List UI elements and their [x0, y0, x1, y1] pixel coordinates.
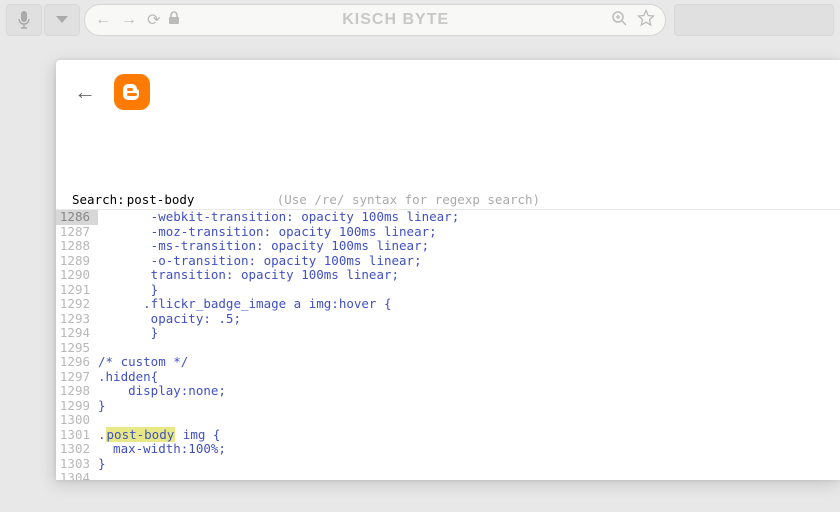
- code-content: -ms-transition: opacity 100ms linear;: [98, 239, 840, 254]
- reload-icon[interactable]: ⟳: [147, 10, 160, 30]
- code-line[interactable]: 1287 -moz-transition: opacity 100ms line…: [56, 225, 840, 240]
- code-line[interactable]: 1303}: [56, 457, 840, 472]
- search-match-highlight: post-body: [106, 427, 176, 442]
- code-content: /* custom */: [98, 355, 840, 370]
- line-number: 1296: [56, 355, 98, 370]
- code-line[interactable]: 1295: [56, 341, 840, 356]
- blogger-logo-icon: [120, 80, 144, 104]
- line-number: 1302: [56, 442, 98, 457]
- code-content: -webkit-transition: opacity 100ms linear…: [98, 210, 840, 225]
- code-line[interactable]: 1290 transition: opacity 100ms linear;: [56, 268, 840, 283]
- code-content: }: [98, 326, 840, 341]
- code-content: .flickr_badge_image a img:hover {: [98, 297, 840, 312]
- mic-button[interactable]: [6, 4, 42, 36]
- line-number: 1298: [56, 384, 98, 399]
- code-line[interactable]: 1289 -o-transition: opacity 100ms linear…: [56, 254, 840, 269]
- code-content: opacity: .5;: [98, 312, 840, 327]
- line-number: 1297: [56, 370, 98, 385]
- code-line[interactable]: 1298 display:none;: [56, 384, 840, 399]
- line-number: 1299: [56, 399, 98, 414]
- code-line[interactable]: 1297.hidden{: [56, 370, 840, 385]
- search-bar: Search: (Use /re/ syntax for regexp sear…: [56, 192, 840, 210]
- page-title: KISCH BYTE: [188, 11, 603, 29]
- nav-forward-icon[interactable]: →: [121, 11, 137, 29]
- code-line[interactable]: 1301.post-body img {: [56, 428, 840, 443]
- line-number: 1287: [56, 225, 98, 240]
- code-line[interactable]: 1294 }: [56, 326, 840, 341]
- code-content: max-width:100%;: [98, 442, 840, 457]
- code-content: [98, 341, 840, 356]
- dropdown-button[interactable]: [44, 4, 80, 36]
- code-content: .hidden{: [98, 370, 840, 385]
- line-number: 1304: [56, 471, 98, 480]
- code-editor[interactable]: 1286 -webkit-transition: opacity 100ms l…: [56, 210, 840, 480]
- code-line[interactable]: 1299}: [56, 399, 840, 414]
- line-number: 1293: [56, 312, 98, 327]
- code-content: }: [98, 283, 840, 298]
- star-icon[interactable]: [637, 9, 655, 32]
- code-line[interactable]: 1291 }: [56, 283, 840, 298]
- search-label: Search:: [72, 192, 125, 207]
- line-number: 1288: [56, 239, 98, 254]
- search-input[interactable]: [127, 192, 247, 207]
- nav-controls: ← → ⟳: [95, 10, 160, 30]
- code-content: }: [98, 457, 840, 472]
- code-content: .post-body img {: [98, 428, 840, 443]
- code-line[interactable]: 1296/* custom */: [56, 355, 840, 370]
- code-content: transition: opacity 100ms linear;: [98, 268, 840, 283]
- code-content: }: [98, 399, 840, 414]
- chevron-down-icon: [55, 15, 69, 25]
- zoom-in-icon[interactable]: [611, 10, 627, 31]
- line-number: 1300: [56, 413, 98, 428]
- code-content: [98, 413, 840, 428]
- code-line[interactable]: 1293 opacity: .5;: [56, 312, 840, 327]
- line-number: 1303: [56, 457, 98, 472]
- line-number: 1286: [56, 210, 98, 225]
- mic-icon: [17, 10, 31, 30]
- code-line[interactable]: 1286 -webkit-transition: opacity 100ms l…: [56, 210, 840, 225]
- browser-toolbar: ← → ⟳ KISCH BYTE: [0, 0, 840, 40]
- code-line[interactable]: 1300: [56, 413, 840, 428]
- blogger-logo[interactable]: [114, 74, 150, 110]
- code-line[interactable]: 1292 .flickr_badge_image a img:hover {: [56, 297, 840, 312]
- line-number: 1289: [56, 254, 98, 269]
- code-content: -o-transition: opacity 100ms linear;: [98, 254, 840, 269]
- line-number: 1301: [56, 428, 98, 443]
- content-header: ←: [56, 60, 840, 124]
- code-content: [98, 471, 840, 480]
- line-number: 1295: [56, 341, 98, 356]
- toolbar-right-panel: [674, 4, 834, 36]
- code-content: display:none;: [98, 384, 840, 399]
- line-number: 1294: [56, 326, 98, 341]
- code-line[interactable]: 1288 -ms-transition: opacity 100ms linea…: [56, 239, 840, 254]
- addr-actions: [611, 9, 655, 32]
- content-window: ← Search: (Use /re/ syntax for regexp se…: [56, 60, 840, 480]
- line-number: 1291: [56, 283, 98, 298]
- line-number: 1290: [56, 268, 98, 283]
- search-hint: (Use /re/ syntax for regexp search): [277, 192, 540, 207]
- code-line[interactable]: 1304: [56, 471, 840, 480]
- lock-icon: [168, 11, 180, 30]
- nav-back-icon[interactable]: ←: [95, 11, 111, 29]
- code-line[interactable]: 1302 max-width:100%;: [56, 442, 840, 457]
- line-number: 1292: [56, 297, 98, 312]
- address-bar[interactable]: ← → ⟳ KISCH BYTE: [84, 4, 666, 36]
- back-arrow-icon[interactable]: ←: [74, 79, 96, 105]
- code-content: -moz-transition: opacity 100ms linear;: [98, 225, 840, 240]
